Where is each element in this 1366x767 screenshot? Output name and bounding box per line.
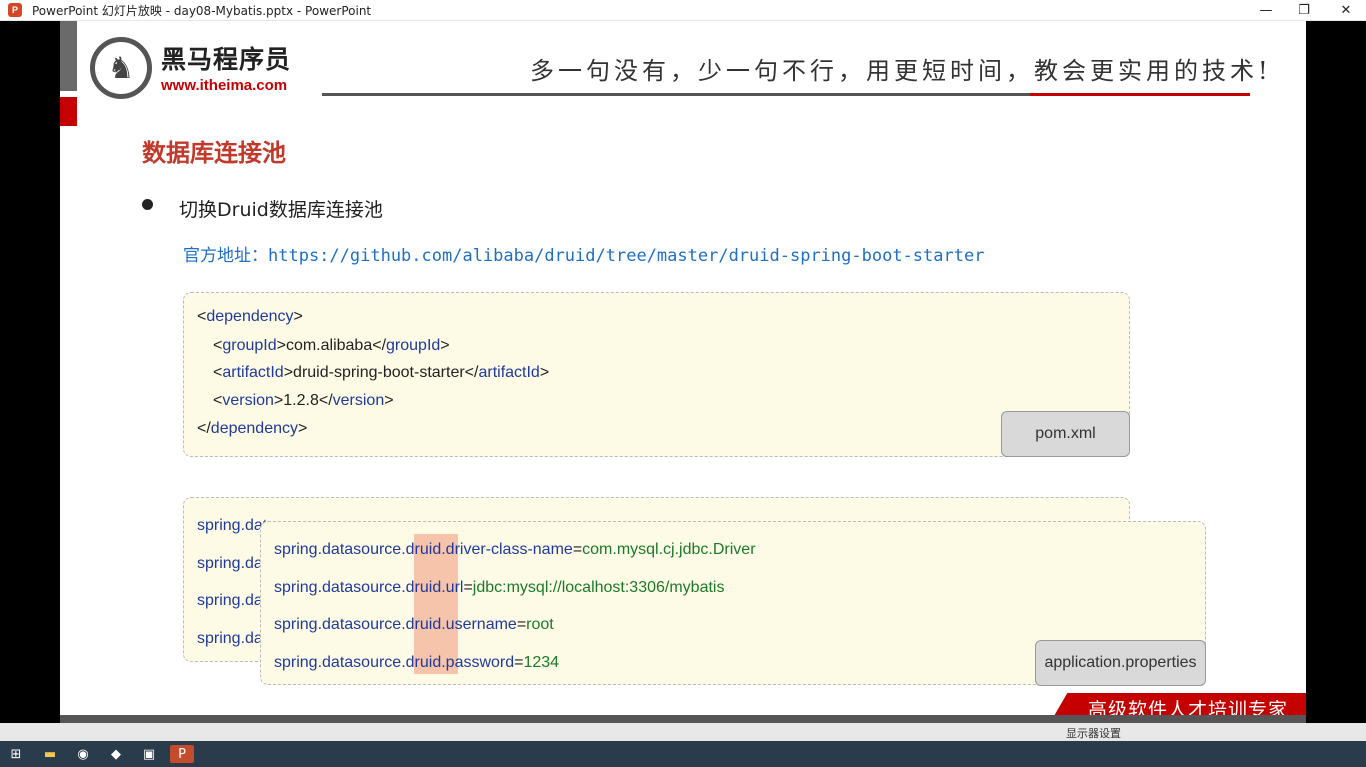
code-line: <dependency> (197, 308, 303, 325)
code-line: spring.datasource.druid.password=1234 (274, 654, 560, 671)
bullet-text: 切换Druid数据库连接池 (179, 199, 383, 221)
code-line: spring.da (197, 592, 263, 609)
pom-code-box: <dependency> <groupId>com.alibaba</group… (183, 292, 1130, 457)
side-accent-grey (60, 21, 77, 91)
code-line: </dependency> (197, 420, 308, 437)
banner-text: 高级软件人才培训专家 (1088, 699, 1289, 715)
code-line: <groupId>com.alibaba</groupId> (213, 337, 450, 354)
close-button[interactable]: ✕ (1326, 0, 1366, 21)
windows-taskbar: ⊞ ▬ ◉ ◆ ▣ P (0, 741, 1366, 767)
slideshow-status-bar: 显示器设置 (0, 723, 1366, 741)
intellij-icon[interactable]: ▣ (139, 745, 159, 763)
horse-icon: ♞ (90, 37, 152, 99)
itheima-logo: ♞ 黑马程序员 www.itheima.com (90, 37, 300, 99)
display-settings-button[interactable]: 显示器设置 (1066, 725, 1121, 741)
code-line: spring.datasource.druid.username=root (274, 616, 554, 633)
windows-start-icon[interactable]: ⊞ (6, 745, 26, 763)
code-line: <version>1.2.8</version> (213, 392, 394, 409)
window-title: PowerPoint 幻灯片放映 - day08-Mybatis.pptx - … (32, 3, 372, 18)
properties-file-label: application.properties (1035, 640, 1206, 686)
official-label: 官方地址： (183, 246, 268, 266)
official-address: 官方地址：https://github.com/alibaba/druid/tr… (183, 241, 984, 266)
side-accent-red (60, 97, 77, 126)
properties-code-box: spring.datasource.druid.driver-class-nam… (260, 521, 1206, 686)
window-titlebar: P PowerPoint 幻灯片放映 - day08-Mybatis.pptx … (0, 0, 1366, 21)
code-line: <artifactId>druid-spring-boot-starter</a… (213, 364, 550, 381)
slide[interactable]: ♞ 黑马程序员 www.itheima.com 多一句没有，少一句不行，用更短时… (60, 21, 1306, 715)
file-explorer-icon[interactable]: ▬ (40, 745, 60, 763)
restore-button[interactable]: ❐ (1284, 0, 1324, 21)
logo-url: www.itheima.com (161, 77, 288, 94)
pom-file-label: pom.xml (1001, 411, 1130, 457)
slogan: 多一句没有，少一句不行，用更短时间，教会更实用的技术! (530, 57, 1272, 85)
official-url-link[interactable]: https://github.com/alibaba/druid/tree/ma… (268, 246, 984, 266)
header-divider-accent (1030, 93, 1250, 96)
code-line: spring.da (197, 555, 263, 572)
app-icon[interactable]: ◆ (106, 745, 126, 763)
slide-title: 数据库连接池 (142, 139, 286, 167)
powerpoint-taskbar-icon[interactable]: P (170, 745, 194, 763)
logo-name: 黑马程序员 (161, 45, 292, 74)
slide-bottom-border (60, 715, 1306, 723)
minimize-button[interactable]: — (1246, 0, 1286, 21)
code-line: spring.da (197, 630, 263, 647)
powerpoint-icon: P (8, 3, 22, 17)
chrome-icon[interactable]: ◉ (73, 745, 93, 763)
code-line: spring.datasource.druid.driver-class-nam… (274, 541, 756, 558)
code-line: spring.datasource.druid.url=jdbc:mysql:/… (274, 579, 725, 596)
bullet-icon (142, 199, 153, 210)
